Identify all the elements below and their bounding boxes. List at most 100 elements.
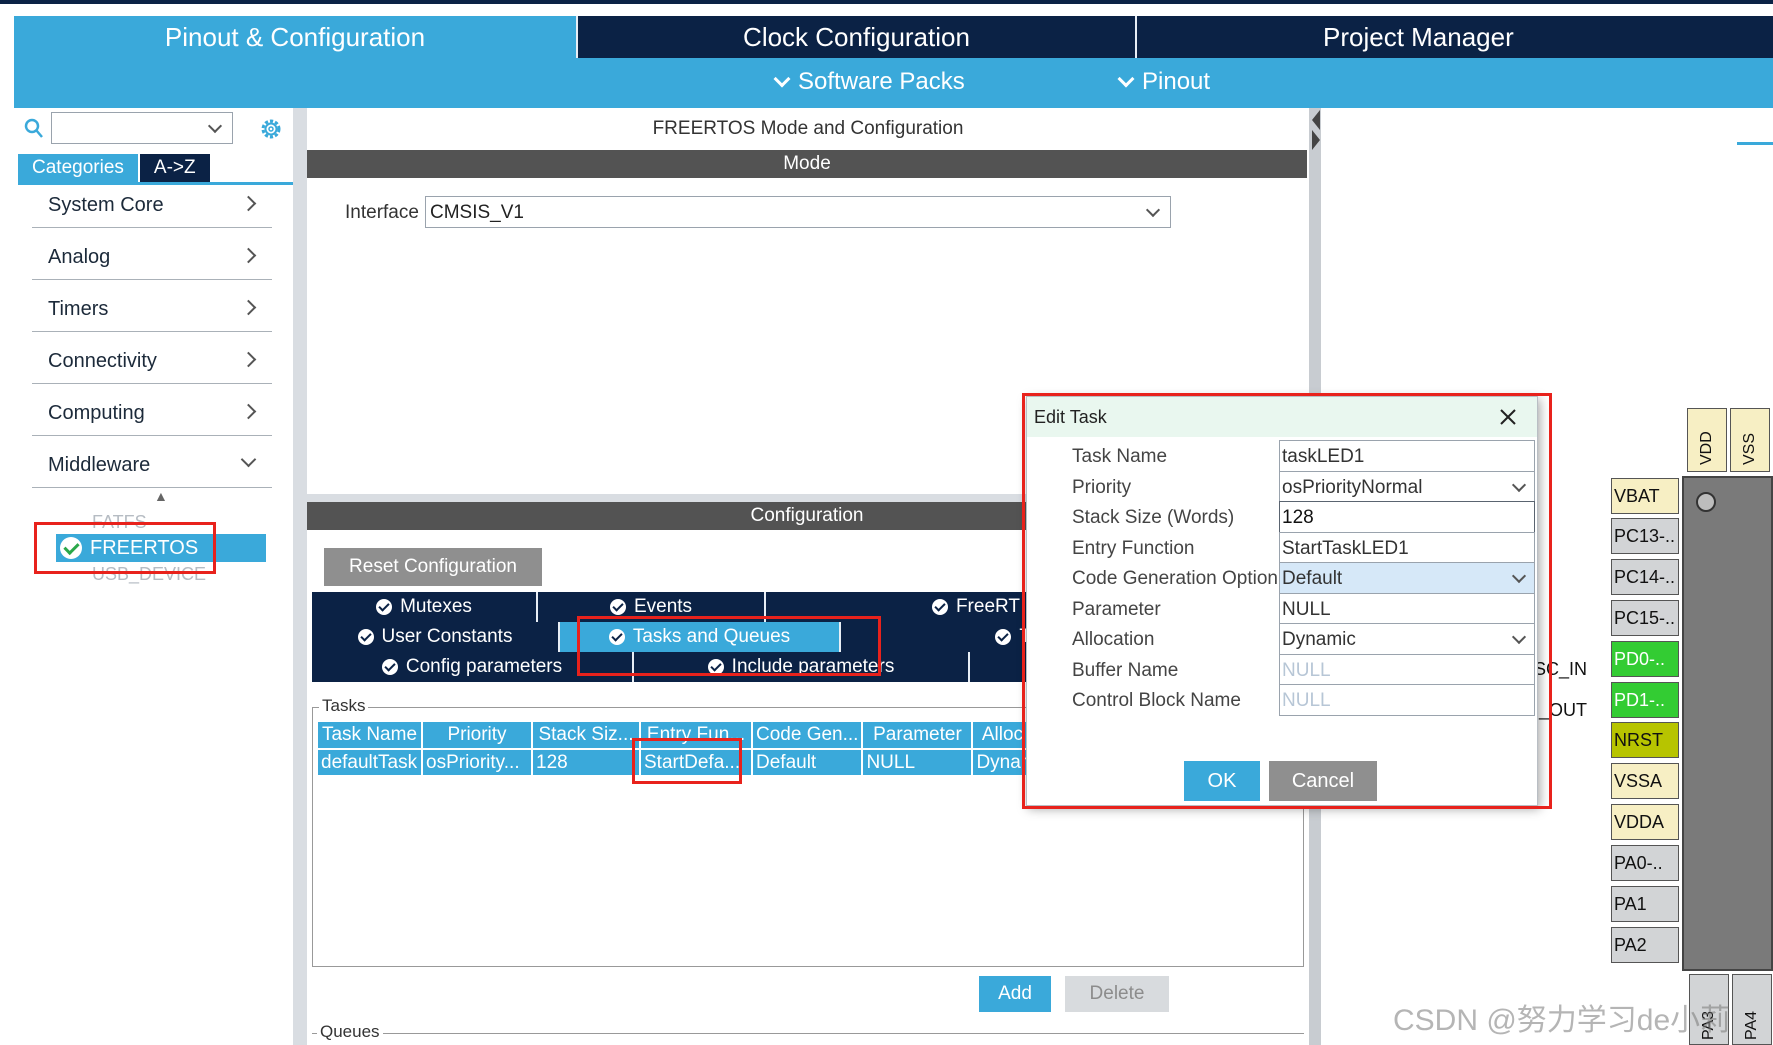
highlight-box-freertos (34, 522, 216, 574)
tab-user-constants[interactable]: User Constants (312, 622, 560, 652)
pin-bottom[interactable]: PA4 (1732, 974, 1772, 1045)
tab-clock-configuration[interactable]: Clock Configuration (576, 16, 1135, 58)
pin[interactable]: PA0-.. (1611, 845, 1679, 881)
category-label: Analog (48, 246, 111, 268)
search-icon[interactable] (24, 118, 44, 140)
pin[interactable]: NRST (1611, 722, 1679, 758)
table-cell: defaultTask (318, 749, 423, 775)
check-icon (376, 599, 393, 615)
tab-pinout-configuration[interactable]: Pinout & Configuration (14, 16, 576, 58)
category-label: Middleware (48, 454, 151, 476)
gear-icon[interactable] (258, 116, 284, 142)
category-connectivity[interactable]: Connectivity (32, 328, 272, 384)
pin-top[interactable]: VDD (1687, 408, 1727, 472)
pinout-menu[interactable]: Pinout (1117, 68, 1210, 96)
check-icon (995, 629, 1012, 645)
pin-label: VDD (1698, 431, 1715, 465)
sub-toolbar: Software Packs Pinout (14, 58, 1773, 108)
pin[interactable]: PA1 (1611, 886, 1679, 922)
check-icon (381, 659, 398, 675)
pin[interactable]: VSSA (1611, 763, 1679, 799)
tab-project-manager[interactable]: Project Manager (1135, 16, 1773, 58)
tab-label: Events (633, 596, 693, 617)
table-cell: NULL (862, 749, 974, 775)
pin[interactable]: VBAT (1611, 478, 1679, 514)
tasks-group-label: Tasks (319, 696, 369, 716)
view-tab-indicator (1737, 142, 1773, 145)
interface-value: CMSIS_V1 (430, 202, 524, 223)
pin1-marker-icon (1696, 492, 1716, 512)
chevron-right-icon (240, 247, 257, 264)
left-panel-scrollbar[interactable] (293, 108, 307, 1045)
pin[interactable]: PC13-.. (1611, 518, 1679, 554)
table-cell: osPriority... (422, 749, 533, 775)
table-cell: Default (752, 749, 864, 775)
pin-label: VSS (1741, 432, 1758, 465)
check-icon (931, 599, 948, 615)
category-label: Computing (48, 402, 145, 424)
mode-section-header: Mode (307, 150, 1307, 178)
chevron-right-icon (240, 351, 257, 368)
pin[interactable]: PD0-.. (1611, 641, 1679, 677)
delete-task-button[interactable]: Delete (1065, 976, 1169, 1012)
software-packs-label: Software Packs (798, 68, 965, 95)
queues-group-label: Queues (317, 1022, 383, 1042)
category-analog[interactable]: Analog (32, 224, 272, 280)
pin[interactable]: PD1-.. (1611, 682, 1679, 718)
chevron-down-icon (240, 451, 257, 468)
check-icon (609, 599, 626, 615)
pin-top[interactable]: VSS (1730, 408, 1770, 472)
column-header[interactable]: Parameter (862, 722, 974, 750)
category-panel: Categories A->Z System Core Analog Timer… (14, 108, 307, 1045)
interface-select[interactable]: CMSIS_V1 (425, 196, 1171, 228)
chevron-down-icon (1145, 202, 1161, 218)
category-system-core[interactable]: System Core (32, 172, 272, 228)
software-packs-menu[interactable]: Software Packs (773, 68, 965, 96)
pin[interactable]: PA2 (1611, 927, 1679, 963)
tab-label: Project Manager (1323, 21, 1514, 52)
mcu-chip[interactable] (1682, 476, 1773, 971)
category-computing[interactable]: Computing (32, 380, 272, 436)
chevron-down-icon (773, 70, 791, 88)
reset-configuration-button[interactable]: Reset Configuration (324, 548, 542, 586)
chevron-down-icon (1117, 70, 1135, 88)
table-cell: 128 (532, 749, 641, 775)
main-tab-bar: Pinout & Configuration Clock Configurati… (14, 16, 1773, 58)
column-header[interactable]: Priority (422, 722, 533, 750)
sort-arrows-icon[interactable]: ▲ (154, 488, 168, 504)
category-label: Connectivity (48, 350, 157, 372)
column-header[interactable]: Stack Siz... (532, 722, 641, 750)
tab-label: Config parameters (405, 656, 563, 677)
highlight-box-edit-task-dialog (1022, 393, 1552, 809)
tab-label: FreeRT (955, 596, 1020, 617)
pin[interactable]: VDDA (1611, 804, 1679, 840)
add-task-button[interactable]: Add (979, 976, 1051, 1012)
pin[interactable]: PC14-.. (1611, 559, 1679, 595)
search-input[interactable] (51, 112, 233, 144)
interface-label: Interface (345, 202, 419, 223)
tab-label: User Constants (381, 626, 513, 647)
chevron-right-icon (240, 195, 257, 212)
pin-label: PA4 (1743, 1010, 1760, 1040)
collapse-arrows-icon[interactable] (1310, 108, 1320, 152)
tab-mutexes[interactable]: Mutexes (312, 592, 538, 622)
highlight-box-tasks-and-queues (577, 616, 881, 676)
tab-label: Mutexes (400, 596, 472, 617)
queues-group-border (312, 1033, 1304, 1034)
column-header[interactable]: Code Gen... (752, 722, 864, 750)
window-top-strip (0, 0, 1773, 4)
check-icon (357, 629, 374, 645)
button-label: Add (998, 983, 1032, 1004)
pin[interactable]: PC15-.. (1611, 600, 1679, 636)
chevron-down-icon (207, 118, 223, 134)
category-middleware[interactable]: Middleware (32, 432, 272, 488)
highlight-box-entry-function (632, 738, 742, 784)
category-timers[interactable]: Timers (32, 276, 272, 332)
button-label: Reset Configuration (349, 556, 517, 577)
panel-title: FREERTOS Mode and Configuration (652, 118, 964, 139)
chevron-right-icon (240, 299, 257, 316)
chevron-right-icon (240, 403, 257, 420)
section-label: Mode (783, 153, 831, 174)
tab-label: Pinout & Configuration (164, 21, 426, 52)
column-header[interactable]: Task Name (318, 722, 423, 750)
